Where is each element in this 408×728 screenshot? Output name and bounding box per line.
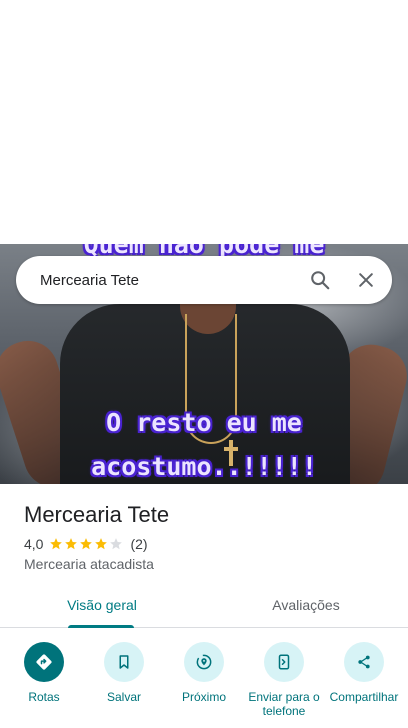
close-icon[interactable] bbox=[346, 260, 386, 300]
send-to-phone-icon[interactable] bbox=[264, 642, 304, 682]
search-query[interactable]: Mercearia Tete bbox=[40, 272, 300, 289]
directions-icon[interactable] bbox=[24, 642, 64, 682]
place-category: Mercearia atacadista bbox=[24, 556, 154, 572]
nearby-label: Próximo bbox=[181, 690, 226, 704]
save-label: Salvar bbox=[106, 690, 141, 704]
rating-stars bbox=[49, 537, 124, 551]
share-label: Compartilhar bbox=[329, 690, 399, 704]
send-to-phone-label: Enviar para o telefone bbox=[248, 690, 320, 718]
bookmark-icon[interactable] bbox=[104, 642, 144, 682]
reviews-count: (2) bbox=[130, 536, 148, 552]
star-empty-icon bbox=[110, 538, 123, 550]
tab-bar: Visão geral Avaliações bbox=[0, 584, 408, 628]
nearby-button[interactable]: Próximo bbox=[168, 642, 240, 718]
search-icon[interactable] bbox=[300, 260, 340, 300]
photo-caption-bottom: acostumo..!!!!! bbox=[91, 452, 317, 481]
save-button[interactable]: Salvar bbox=[88, 642, 160, 718]
place-title: Mercearia Tete bbox=[24, 502, 170, 527]
directions-button[interactable]: Rotas bbox=[8, 642, 80, 718]
search-bar[interactable]: Mercearia Tete bbox=[16, 256, 392, 304]
nearby-icon[interactable] bbox=[184, 642, 224, 682]
star-filled-icon bbox=[65, 538, 78, 550]
tab-overview[interactable]: Visão geral bbox=[0, 584, 204, 628]
share-icon[interactable] bbox=[344, 642, 384, 682]
rating-value: 4,0 bbox=[24, 536, 44, 552]
place-info: Mercearia Tete 4,0 (2) Mercearia atacadi… bbox=[24, 500, 384, 572]
share-button[interactable]: Compartilhar bbox=[328, 642, 400, 718]
tab-reviews[interactable]: Avaliações bbox=[204, 584, 408, 627]
star-filled-icon bbox=[95, 538, 108, 550]
send-to-phone-button[interactable]: Enviar para o telefone bbox=[248, 642, 320, 718]
photo-caption-middle: O resto eu me bbox=[106, 408, 302, 437]
directions-label: Rotas bbox=[28, 690, 60, 704]
rating-row[interactable]: 4,0 (2) bbox=[24, 536, 384, 552]
action-bar: Rotas Salvar Próximo Enviar para o telef… bbox=[0, 642, 408, 718]
star-filled-icon bbox=[50, 538, 63, 550]
star-filled-icon bbox=[80, 538, 93, 550]
